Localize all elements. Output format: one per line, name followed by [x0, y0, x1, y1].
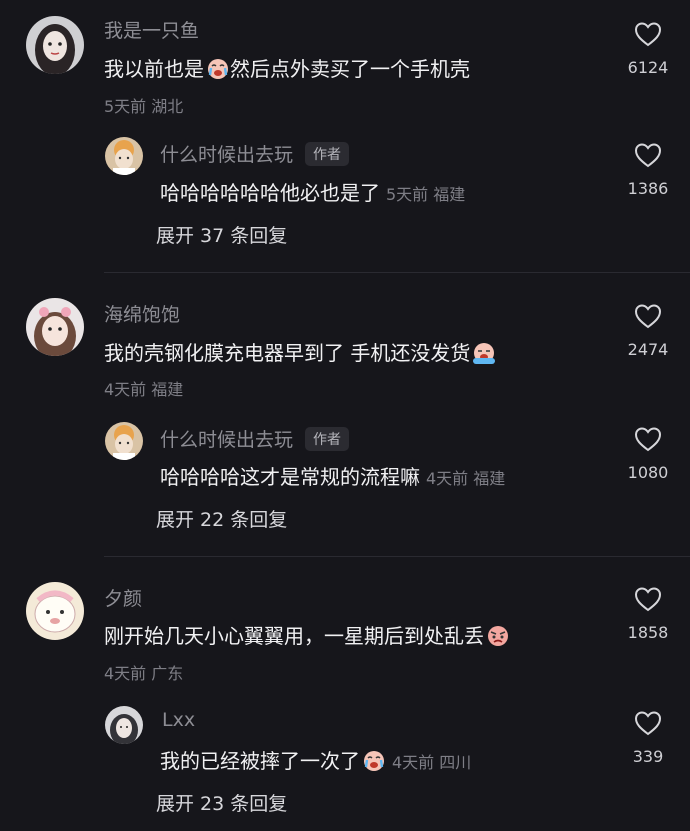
like-count: 6124 [627, 58, 669, 77]
heart-icon [634, 304, 662, 329]
avatar[interactable] [26, 16, 84, 74]
comment-text-part: 我以前也是 [104, 57, 204, 81]
reply-author-label: 什么时候出去玩 [160, 429, 294, 451]
commenter-name[interactable]: 我是一只鱼 [104, 16, 199, 43]
crying-face-icon [206, 58, 230, 80]
reply-meta: 5天前 福建 [386, 185, 466, 204]
heart-icon [634, 22, 662, 47]
like-button[interactable]: 1080 [618, 425, 678, 482]
expand-replies-button[interactable]: 展开 37 条回复 [156, 221, 287, 248]
reply-text: 哈哈哈哈哈哈他必也是了 5天前 福建 [160, 177, 465, 206]
comment-text: 刚开始几天小心翼翼用，一星期后到处乱丢 [104, 620, 510, 649]
heart-icon [634, 711, 662, 736]
crying-face-icon [362, 750, 386, 772]
reply-text-part: 我的已经被摔了一次了 [160, 749, 360, 773]
reply-text: 我的已经被摔了一次了 4天前 四川 [160, 745, 471, 774]
like-count: 1080 [627, 463, 669, 482]
comment-meta: 5天前 湖北 [104, 97, 184, 116]
avatar[interactable] [105, 137, 143, 175]
heart-icon [634, 427, 662, 452]
like-count: 339 [632, 747, 664, 766]
comment-text-part: 刚开始几天小心翼翼用，一星期后到处乱丢 [104, 624, 484, 648]
sobbing-face-icon [472, 342, 496, 364]
comment-meta: 4天前 广东 [104, 664, 184, 683]
expand-replies-button[interactable]: 展开 22 条回复 [156, 505, 287, 532]
like-count: 1386 [627, 179, 669, 198]
like-button[interactable]: 2474 [618, 302, 678, 359]
reply-meta: 4天前 四川 [392, 753, 472, 772]
like-button[interactable]: 339 [618, 709, 678, 766]
avatar[interactable] [26, 298, 84, 356]
reply-author-label: Lxx [162, 709, 196, 731]
like-button[interactable]: 1386 [618, 141, 678, 198]
comment-text: 我的壳钢化膜充电器早到了 手机还没发货 [104, 337, 496, 366]
reply-text-part: 哈哈哈哈这才是常规的流程嘛 [160, 465, 420, 489]
divider [104, 556, 690, 557]
avatar[interactable] [105, 422, 143, 460]
like-button[interactable]: 1858 [618, 585, 678, 642]
heart-icon [634, 587, 662, 612]
author-badge: 作者 [305, 142, 350, 166]
reply-author-name[interactable]: 什么时候出去玩 作者 [160, 140, 350, 167]
like-count: 1858 [627, 623, 669, 642]
angry-face-icon [486, 625, 510, 647]
like-count: 2474 [627, 340, 669, 359]
heart-icon [634, 143, 662, 168]
reply-author-name[interactable]: 什么时候出去玩 作者 [160, 425, 350, 452]
expand-replies-button[interactable]: 展开 23 条回复 [156, 789, 287, 816]
like-button[interactable]: 6124 [618, 20, 678, 77]
reply-text: 哈哈哈哈这才是常规的流程嘛 4天前 福建 [160, 461, 505, 490]
author-badge: 作者 [305, 427, 350, 451]
reply-author-label: 什么时候出去玩 [160, 144, 294, 166]
reply-text-part: 哈哈哈哈哈哈他必也是了 [160, 181, 380, 205]
commenter-name[interactable]: 海绵饱饱 [104, 300, 180, 327]
reply-author-name[interactable]: Lxx [162, 709, 195, 731]
comment-text-part: 然后点外卖买了一个手机壳 [230, 57, 470, 81]
comment-meta: 4天前 福建 [104, 380, 184, 399]
avatar[interactable] [105, 706, 143, 744]
reply-meta: 4天前 福建 [426, 469, 506, 488]
commenter-name[interactable]: 夕颜 [104, 584, 142, 611]
comment-text: 我以前也是 然后点外卖买了一个手机壳 [104, 53, 470, 82]
comment-text-part: 我的壳钢化膜充电器早到了 手机还没发货 [104, 341, 471, 365]
divider [104, 272, 690, 273]
avatar[interactable] [26, 582, 84, 640]
